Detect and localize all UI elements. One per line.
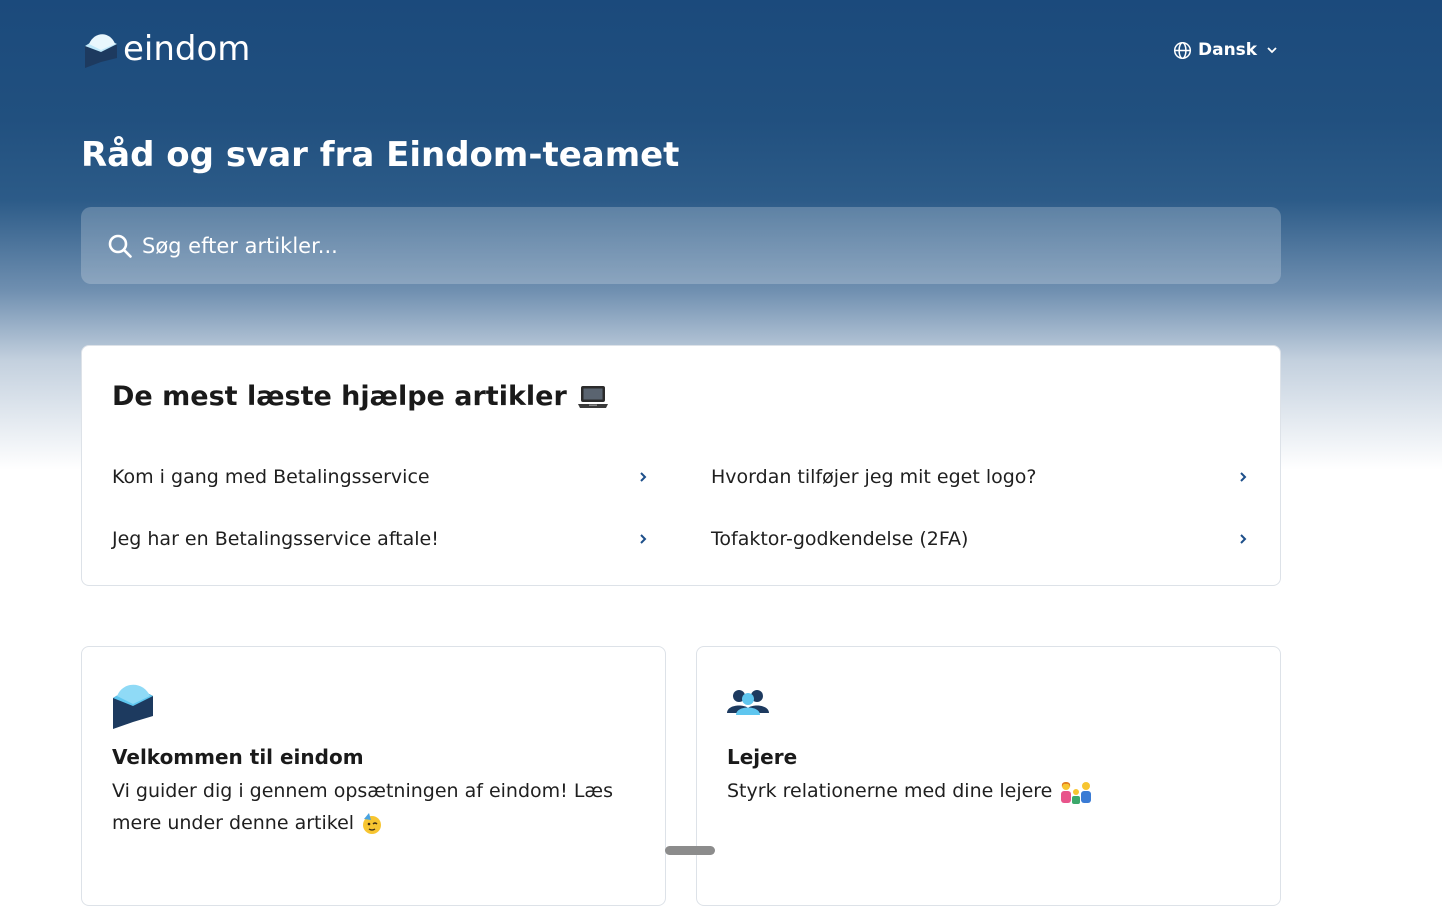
article-link-label: Tofaktor-godkendelse (2FA): [711, 528, 969, 550]
popular-articles-panel: De mest læste hjælpe artikler Kom i gang…: [81, 345, 1281, 586]
eindom-logo-icon: [85, 34, 117, 68]
article-link[interactable]: Kom i gang med Betalingsservice: [112, 460, 649, 494]
collection-title: Lejere: [727, 745, 798, 769]
collection-description: Styrk relationerne med dine lejere: [727, 775, 1247, 807]
laptop-icon: [577, 386, 608, 408]
collection-title: Velkommen til eindom: [112, 745, 364, 769]
chevron-right-icon: [640, 534, 647, 544]
language-label: Dansk: [1198, 40, 1258, 60]
article-link[interactable]: Tofaktor-godkendelse (2FA): [711, 522, 1249, 556]
language-selector[interactable]: Dansk: [1173, 38, 1278, 62]
page-title: Råd og svar fra Eindom-teamet: [81, 135, 680, 175]
article-link-label: Kom i gang med Betalingsservice: [112, 466, 430, 488]
search-input[interactable]: [142, 233, 1242, 258]
eindom-logo-icon: [113, 684, 153, 729]
globe-icon: [1173, 41, 1192, 59]
collection-description: Vi guider dig i gennem opsætningen af ei…: [112, 775, 632, 839]
collection-card[interactable]: Lejere Styrk relationerne med dine lejer…: [696, 646, 1281, 906]
search-bar[interactable]: [81, 207, 1281, 284]
article-link[interactable]: Hvordan tilføjer jeg mit eget logo?: [711, 460, 1249, 494]
article-link-label: Hvordan tilføjer jeg mit eget logo?: [711, 466, 1037, 488]
people-icon: [727, 690, 769, 715]
search-icon: [108, 234, 132, 258]
popular-heading-text: De mest læste hjælpe artikler: [112, 381, 567, 412]
logo-text: eindom: [123, 29, 251, 69]
article-link-label: Jeg har en Betalingsservice aftale!: [112, 528, 439, 550]
chevron-right-icon: [640, 472, 647, 482]
popular-heading: De mest læste hjælpe artikler: [112, 379, 609, 415]
chevron-right-icon: [1240, 534, 1247, 544]
chevron-right-icon: [1240, 472, 1247, 482]
collection-card[interactable]: Velkommen til eindom Vi guider dig i gen…: [81, 646, 666, 906]
collection-description-text: Styrk relationerne med dine lejere: [727, 780, 1053, 802]
article-link[interactable]: Jeg har en Betalingsservice aftale!: [112, 522, 649, 556]
scroll-handle[interactable]: [665, 846, 715, 855]
chevron-down-icon: [1267, 47, 1277, 54]
site-logo[interactable]: eindom: [81, 28, 250, 70]
family-icon: [1061, 781, 1092, 804]
partying-face-icon: [363, 812, 382, 834]
